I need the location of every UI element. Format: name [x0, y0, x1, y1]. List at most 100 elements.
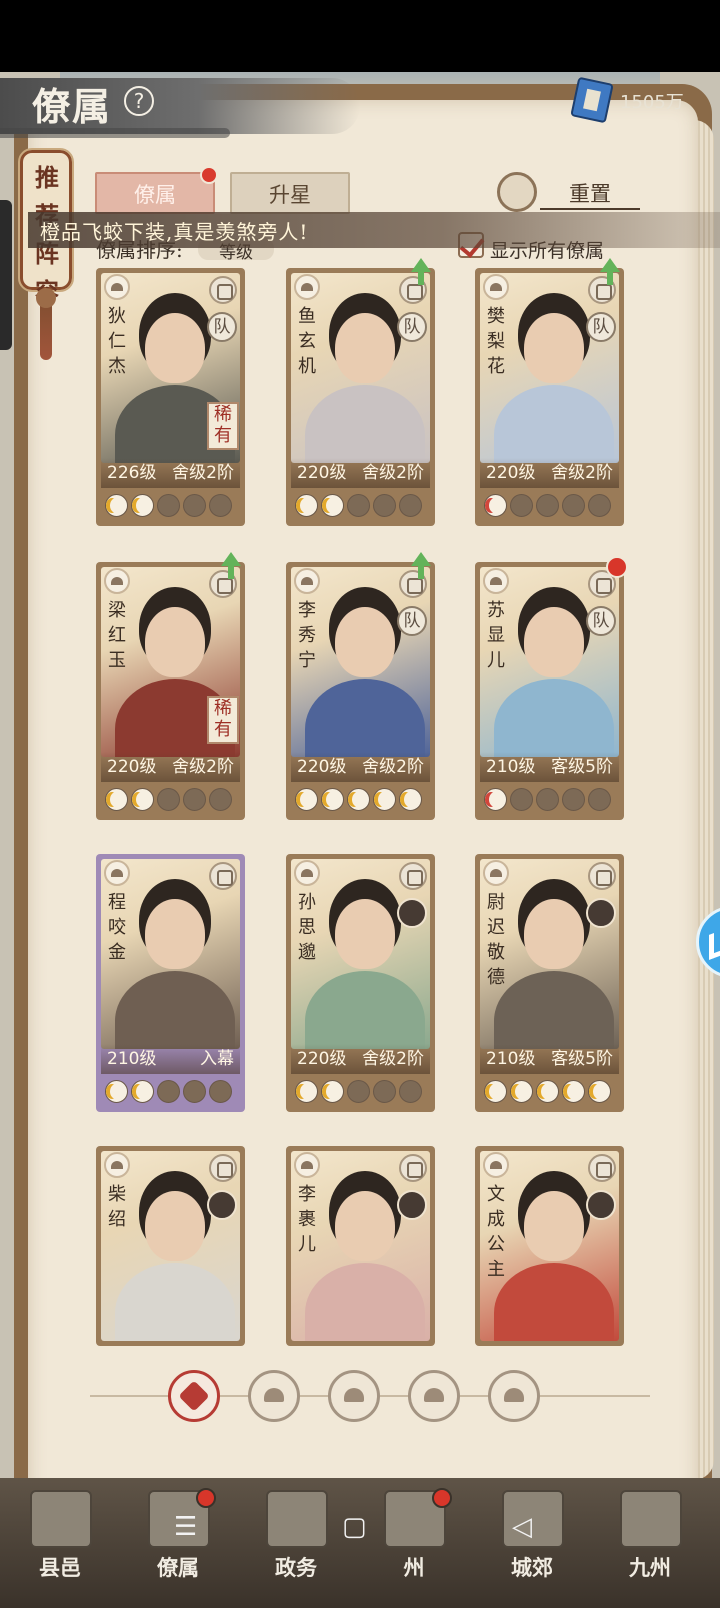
hero-card[interactable]: 狄仁杰 队稀有 226级 舍级2阶 [96, 268, 245, 526]
app-root: { "header":{"title":"僚属","money":"1505万"… [0, 0, 720, 1608]
class-icon [104, 860, 130, 886]
hero-name: 梁红玉 [108, 600, 126, 671]
question-icon[interactable]: ? [124, 86, 154, 116]
hero-card[interactable]: 孙思邈 220级 舍级2阶 [286, 854, 435, 1112]
hero-level-row: 210级 客级5阶 [480, 1044, 619, 1074]
skill-icon [588, 1154, 616, 1182]
nav-label: 九州 [629, 1555, 671, 1580]
hero-level-row: 210级 客级5阶 [480, 752, 619, 782]
portrait-body [115, 971, 235, 1049]
moon-star-icon [484, 494, 507, 517]
moon-star-icon [562, 494, 585, 517]
nav-item[interactable]: 九州 [600, 1484, 700, 1604]
hero-card[interactable]: 文成公主 [475, 1146, 624, 1346]
portrait-figure [145, 899, 205, 969]
moon-star-icon [347, 494, 370, 517]
nav-item[interactable]: 政务 [246, 1484, 346, 1604]
class-icon [294, 274, 320, 300]
team-badge: 队 [207, 312, 237, 342]
hero-name: 程咬金 [108, 892, 126, 963]
hero-card[interactable]: 柴绍 [96, 1146, 245, 1346]
skill-icon [399, 1154, 427, 1182]
portrait-body [305, 385, 425, 463]
star-row [291, 1080, 430, 1106]
moon-star-icon [295, 788, 318, 811]
partner-avatar [397, 898, 427, 928]
hero-card[interactable]: 梁红玉 稀有 220级 舍级2阶 [96, 552, 245, 820]
reset-icon[interactable] [497, 172, 537, 212]
class-icon [294, 860, 320, 886]
hero-card[interactable]: 鱼玄机 队 220级 舍级2阶 [286, 258, 435, 526]
upgrade-arrow-icon [409, 552, 433, 580]
hero-name: 樊梨花 [487, 306, 505, 377]
hero-card[interactable]: 樊梨花 队 220级 舍级2阶 [475, 258, 624, 526]
upgrade-arrow-icon [598, 258, 622, 286]
hero-card[interactable]: 尉迟敬德 210级 客级5阶 [475, 854, 624, 1112]
reset-button[interactable]: 重置 [540, 178, 640, 210]
fan-filter-icon[interactable] [408, 1370, 460, 1422]
hero-level: 226级 [107, 463, 157, 483]
skill-icon [209, 1154, 237, 1182]
class-icon [483, 860, 509, 886]
nav-item[interactable]: 城郊 [482, 1484, 582, 1604]
nav-label: 僚属 [157, 1555, 199, 1580]
all-filter-icon[interactable] [168, 1370, 220, 1422]
dog-filter-icon[interactable] [488, 1370, 540, 1422]
moon-star-icon [510, 788, 533, 811]
class-icon [483, 1152, 509, 1178]
portrait-body [305, 971, 425, 1049]
class-icon [104, 1152, 130, 1178]
nav-item[interactable]: 县邑 [10, 1484, 110, 1604]
hero-rank: 舍级2阶 [551, 463, 613, 483]
moon-star-icon [536, 494, 559, 517]
hero-level: 210级 [486, 757, 536, 777]
hero-level-row: 220级 舍级2阶 [291, 752, 430, 782]
portrait-figure [145, 1191, 205, 1261]
nav-item[interactable]: 僚属 [128, 1484, 228, 1604]
tab-notification-dot [200, 166, 218, 184]
hero-card[interactable]: 苏显儿 队 210级 客级5阶 [475, 556, 628, 820]
hero-level-row: 220级 舍级2阶 [480, 458, 619, 488]
hero-card[interactable]: 李裹儿 [286, 1146, 435, 1346]
portrait-body [115, 1263, 235, 1341]
tab-star-up[interactable]: 升星 [230, 172, 350, 214]
team-badge: 队 [397, 312, 427, 342]
hero-rank: 舍级2阶 [362, 757, 424, 777]
moon-star-icon [484, 1080, 507, 1103]
moon-star-icon [157, 494, 180, 517]
system-back-button[interactable]: ◁ [512, 1512, 532, 1542]
cat-filter-icon[interactable] [328, 1370, 380, 1422]
portrait-figure [524, 1191, 584, 1261]
portrait-figure [145, 607, 205, 677]
moon-star-icon [536, 788, 559, 811]
moon-star-icon [105, 788, 128, 811]
system-menu-button[interactable]: ☰ [174, 1512, 197, 1542]
hero-level: 220级 [107, 757, 157, 777]
hero-card[interactable]: 李秀宁 队 220级 舍级2阶 [286, 552, 435, 820]
partner-avatar [586, 1190, 616, 1220]
partner-avatar [586, 898, 616, 928]
star-row [101, 1080, 240, 1106]
page-title: 僚属 [32, 84, 113, 129]
bell-filter-icon[interactable] [248, 1370, 300, 1422]
tab-subordinates[interactable]: 僚属 [95, 172, 215, 214]
moon-star-icon [321, 1080, 344, 1103]
moon-star-icon [105, 1080, 128, 1103]
portrait-figure [524, 899, 584, 969]
system-home-button[interactable]: ▢ [342, 1512, 367, 1542]
moon-star-icon [183, 788, 206, 811]
team-badge: 队 [586, 606, 616, 636]
moon-star-icon [347, 1080, 370, 1103]
moon-star-icon [484, 788, 507, 811]
moon-star-icon [399, 494, 422, 517]
hero-card[interactable]: 程咬金 210级 入幕 [96, 854, 245, 1112]
portrait-body [305, 679, 425, 757]
star-row [101, 788, 240, 814]
side-handle[interactable] [0, 200, 12, 350]
class-icon [483, 274, 509, 300]
moon-star-icon [588, 1080, 611, 1103]
nav-item[interactable]: 州 [364, 1484, 464, 1604]
star-row [480, 1080, 619, 1106]
hero-rank: 入幕 [200, 1049, 234, 1069]
moon-star-icon [131, 788, 154, 811]
